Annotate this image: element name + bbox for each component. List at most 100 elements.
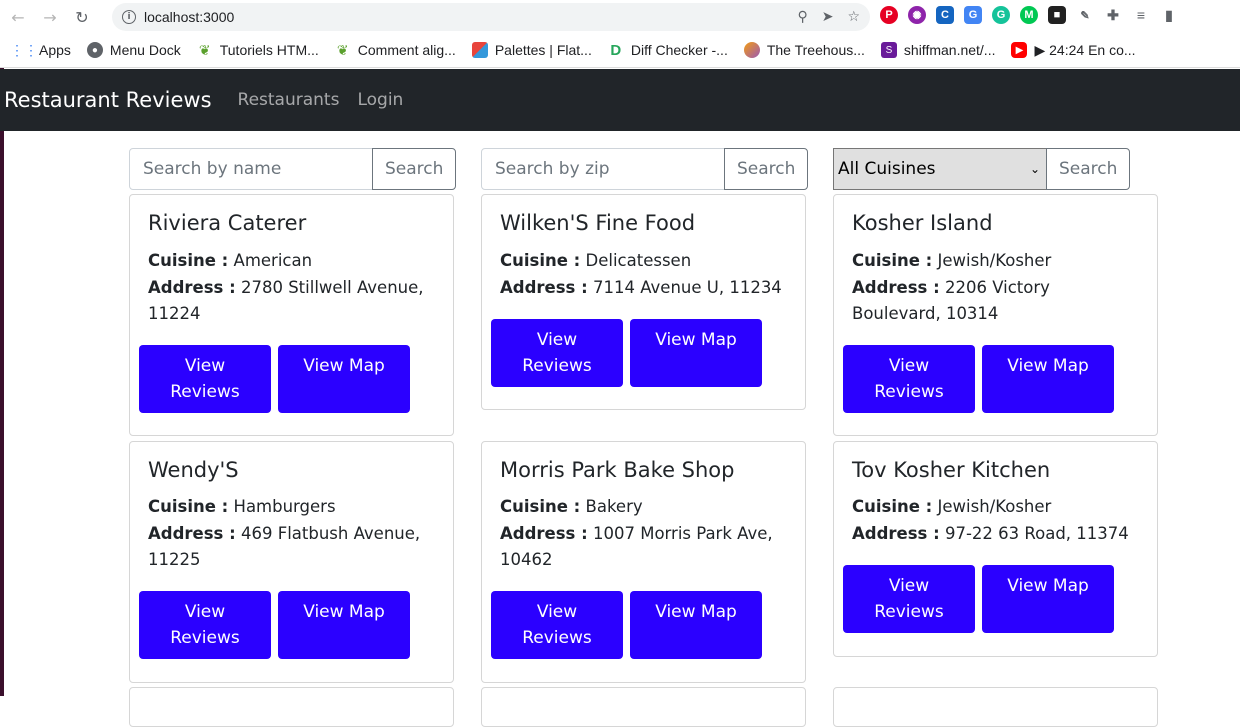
view-reviews-button[interactable]: View Reviews [843,345,975,413]
bookmark-label: The Treehous... [766,42,865,58]
cuisine-value: Delicatessen [585,251,692,270]
diff-icon: D [610,41,622,59]
search-name-button[interactable]: Search [372,148,457,190]
view-map-button[interactable]: View Map [278,345,410,413]
cuisine-value: Jewish/Kosher [937,251,1052,270]
restaurant-address: Address : 2206 Victory Boulevard, 10314 [852,275,1142,327]
view-map-button[interactable]: View Map [982,565,1114,633]
bookmark-label: Tutoriels HTM... [219,42,319,58]
restaurant-address: Address : 2780 Stillwell Avenue, 11224 [148,275,438,327]
search-by-cuisine-group: All Cuisines ⌄ Search [833,148,1131,190]
address-bar-url[interactable]: localhost:3000 [144,9,797,25]
address-label: Address : [148,278,236,297]
grammarly-icon[interactable]: G [992,6,1010,24]
restaurant-card [481,687,806,727]
view-reviews-button[interactable]: View Reviews [491,319,623,387]
search-zip-input[interactable]: Search by zip [481,148,725,190]
nav-link-login[interactable]: Login [357,90,403,110]
eyedropper-icon[interactable]: ✎ [1076,6,1094,24]
bookmark-label: ▶ 24:24 En co... [1034,41,1136,58]
bookmark-youtube[interactable]: ▶ ▶ 24:24 En co... [1011,41,1136,59]
bookmark-label: Menu Dock [109,42,181,58]
back-arrow-icon[interactable]: ← [4,3,32,31]
bookmark-label: Diff Checker -... [630,42,728,58]
chevron-down-icon: ⌄ [1029,162,1040,176]
bookmarks-bar: ⋮⋮ Apps ● Menu Dock ❦ Tutoriels HTM... ❦ Com… [0,36,1240,64]
translate-icon[interactable]: G [964,6,982,24]
restaurant-cuisine: Cuisine : Delicatessen [500,248,790,274]
s-icon: S [880,42,897,58]
site-info-icon[interactable]: i [122,10,136,24]
cuisine-label: Cuisine : [500,251,581,270]
flower-extension-icon[interactable]: ✺ [908,6,926,24]
bookmark-tutoriels[interactable]: ❦ Tutoriels HTM... [197,42,319,59]
restaurant-cuisine: Cuisine : Jewish/Kosher [852,494,1142,520]
restaurant-name: Wendy'S [148,458,239,482]
extension-c-icon[interactable]: C [936,6,954,24]
cuisine-value: Jewish/Kosher [937,497,1052,516]
search-cuisine-button[interactable]: Search [1046,148,1131,190]
puzzle-extensions-icon[interactable]: ✚ [1104,6,1122,24]
browser-chrome: ← → ↻ i localhost:3000 ⚲ ➤ ☆ P ✺ C G G M… [0,0,1240,68]
forward-arrow-icon[interactable]: → [36,3,64,31]
apps-grid-icon: ⋮⋮ [10,41,38,58]
search-zip-button[interactable]: Search [724,148,809,190]
view-reviews-button[interactable]: View Reviews [843,565,975,633]
cuisine-label: Cuisine : [500,497,581,516]
restaurant-name: Riviera Caterer [148,211,307,235]
bookmark-shiffman[interactable]: Sshiffman.net/... [880,42,995,58]
restaurant-card [129,687,454,727]
view-map-button[interactable]: View Map [982,345,1114,413]
search-by-zip-group: Search by zip Search [481,148,809,190]
cuisine-label: Cuisine : [148,497,229,516]
bookmark-label: Apps [39,42,71,58]
view-reviews-button[interactable]: View Reviews [491,591,623,659]
pinterest-icon[interactable]: P [880,6,898,24]
reload-icon[interactable]: ↻ [68,3,96,31]
search-by-name-group: Search by name Search [129,148,457,190]
address-label: Address : [852,278,940,297]
cuisine-label: Cuisine : [852,251,933,270]
bookmark-palettes[interactable]: Palettes | Flat... [471,42,592,58]
view-reviews-button[interactable]: View Reviews [139,345,271,413]
restaurant-address: Address : 7114 Avenue U, 11234 [500,275,790,301]
extension-m-icon[interactable]: M [1020,6,1038,24]
restaurant-address: Address : 97-22 63 Road, 11374 [852,521,1142,547]
extension-colors-icon[interactable]: ■ [1048,6,1066,24]
bookmark-comment-alig[interactable]: ❦ Comment alig... [335,41,456,59]
bookmark-diff-checker[interactable]: D Diff Checker -... [608,41,728,59]
view-map-button[interactable]: View Map [278,591,410,659]
view-reviews-button[interactable]: View Reviews [139,591,271,659]
restaurant-name: Wilken'S Fine Food [500,211,696,235]
address-label: Address : [148,524,236,543]
search-name-input[interactable]: Search by name [129,148,373,190]
treehouse-icon [743,42,760,58]
media-control-icon[interactable]: ≡ [1132,6,1150,24]
desktop-edge [0,131,4,696]
view-map-button[interactable]: View Map [630,591,762,659]
extensions-bar: P ✺ C G G M ■ ✎ ✚ ≡ ▮ [880,6,1178,24]
address-label: Address : [500,524,588,543]
restaurant-card: Wendy'S Cuisine : Hamburgers Address : 4… [129,441,454,683]
address-bar[interactable]: i localhost:3000 ⚲ ➤ ☆ [112,3,870,31]
address-value: 7114 Avenue U, 11234 [592,278,782,297]
palette-icon [471,42,488,58]
restaurant-name: Morris Park Bake Shop [500,458,735,482]
restaurant-cuisine: Cuisine : Jewish/Kosher [852,248,1142,274]
bookmark-treehouse[interactable]: The Treehous... [743,42,865,58]
side-panel-icon[interactable]: ▮ [1160,6,1178,24]
cuisine-select[interactable]: All Cuisines ⌄ [833,148,1047,190]
cuisine-value: Hamburgers [233,497,336,516]
navbar-brand[interactable]: Restaurant Reviews [4,88,212,112]
bookmark-menu-dock[interactable]: ● Menu Dock [86,42,181,58]
restaurant-card [833,687,1158,727]
view-map-button[interactable]: View Map [630,319,762,387]
send-icon[interactable]: ➤ [822,9,834,25]
restaurant-address: Address : 469 Flatbush Avenue, 11225 [148,521,438,573]
address-label: Address : [500,278,588,297]
nav-link-restaurants[interactable]: Restaurants [238,90,340,110]
bookmark-apps[interactable]: ⋮⋮ Apps [10,41,71,59]
bookmark-star-icon[interactable]: ☆ [847,9,860,25]
zoom-icon[interactable]: ⚲ [797,9,807,25]
leaf-icon: ❦ [336,41,349,58]
